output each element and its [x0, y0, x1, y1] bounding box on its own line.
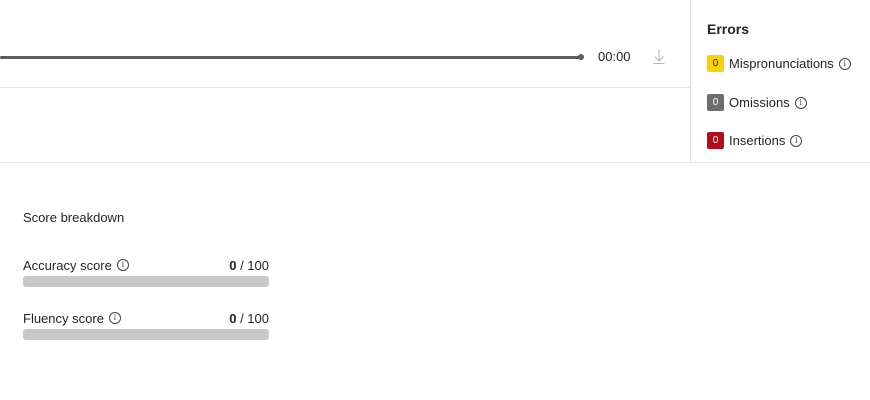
playback-progress-track[interactable]: [0, 56, 582, 59]
errors-title: Errors: [707, 21, 750, 37]
accuracy-score-value: 0 / 100: [229, 257, 269, 273]
score-breakdown-title: Score breakdown: [23, 210, 125, 225]
info-icon[interactable]: i: [108, 312, 121, 324]
fluency-score-label: Fluency score: [23, 310, 104, 326]
insertions-count-badge: 0: [707, 132, 724, 149]
fluency-score-value: 0 / 100: [229, 310, 269, 326]
omissions-label: Omissions: [729, 95, 790, 110]
accuracy-score: Accuracy score i 0 / 100: [23, 257, 269, 287]
accuracy-score-label: Accuracy score: [23, 257, 112, 273]
info-icon[interactable]: i: [794, 96, 807, 109]
info-icon[interactable]: i: [838, 57, 851, 70]
error-row-mispronunciations: 0 Mispronunciations i: [707, 55, 851, 72]
mispronunciations-label: Mispronunciations: [729, 56, 834, 71]
playback-time: 00:00: [598, 49, 631, 64]
mispronunciations-count-badge: 0: [707, 55, 724, 72]
error-row-omissions: 0 Omissions i: [707, 94, 807, 111]
omissions-count-badge: 0: [707, 94, 724, 111]
info-icon[interactable]: i: [116, 259, 129, 271]
download-icon[interactable]: [652, 47, 666, 65]
accuracy-score-bar: [23, 276, 269, 287]
info-icon[interactable]: i: [790, 134, 803, 147]
audio-section: 00:00: [0, 0, 690, 163]
error-row-insertions: 0 Insertions i: [707, 132, 803, 149]
insertions-label: Insertions: [729, 133, 786, 148]
playback-progress-thumb[interactable]: [578, 54, 584, 60]
fluency-score-bar: [23, 329, 269, 340]
errors-panel: Errors 0 Mispronunciations i 0 Omissions…: [690, 0, 870, 163]
fluency-score: Fluency score i 0 / 100: [23, 310, 269, 340]
audio-player: 00:00: [0, 0, 690, 88]
